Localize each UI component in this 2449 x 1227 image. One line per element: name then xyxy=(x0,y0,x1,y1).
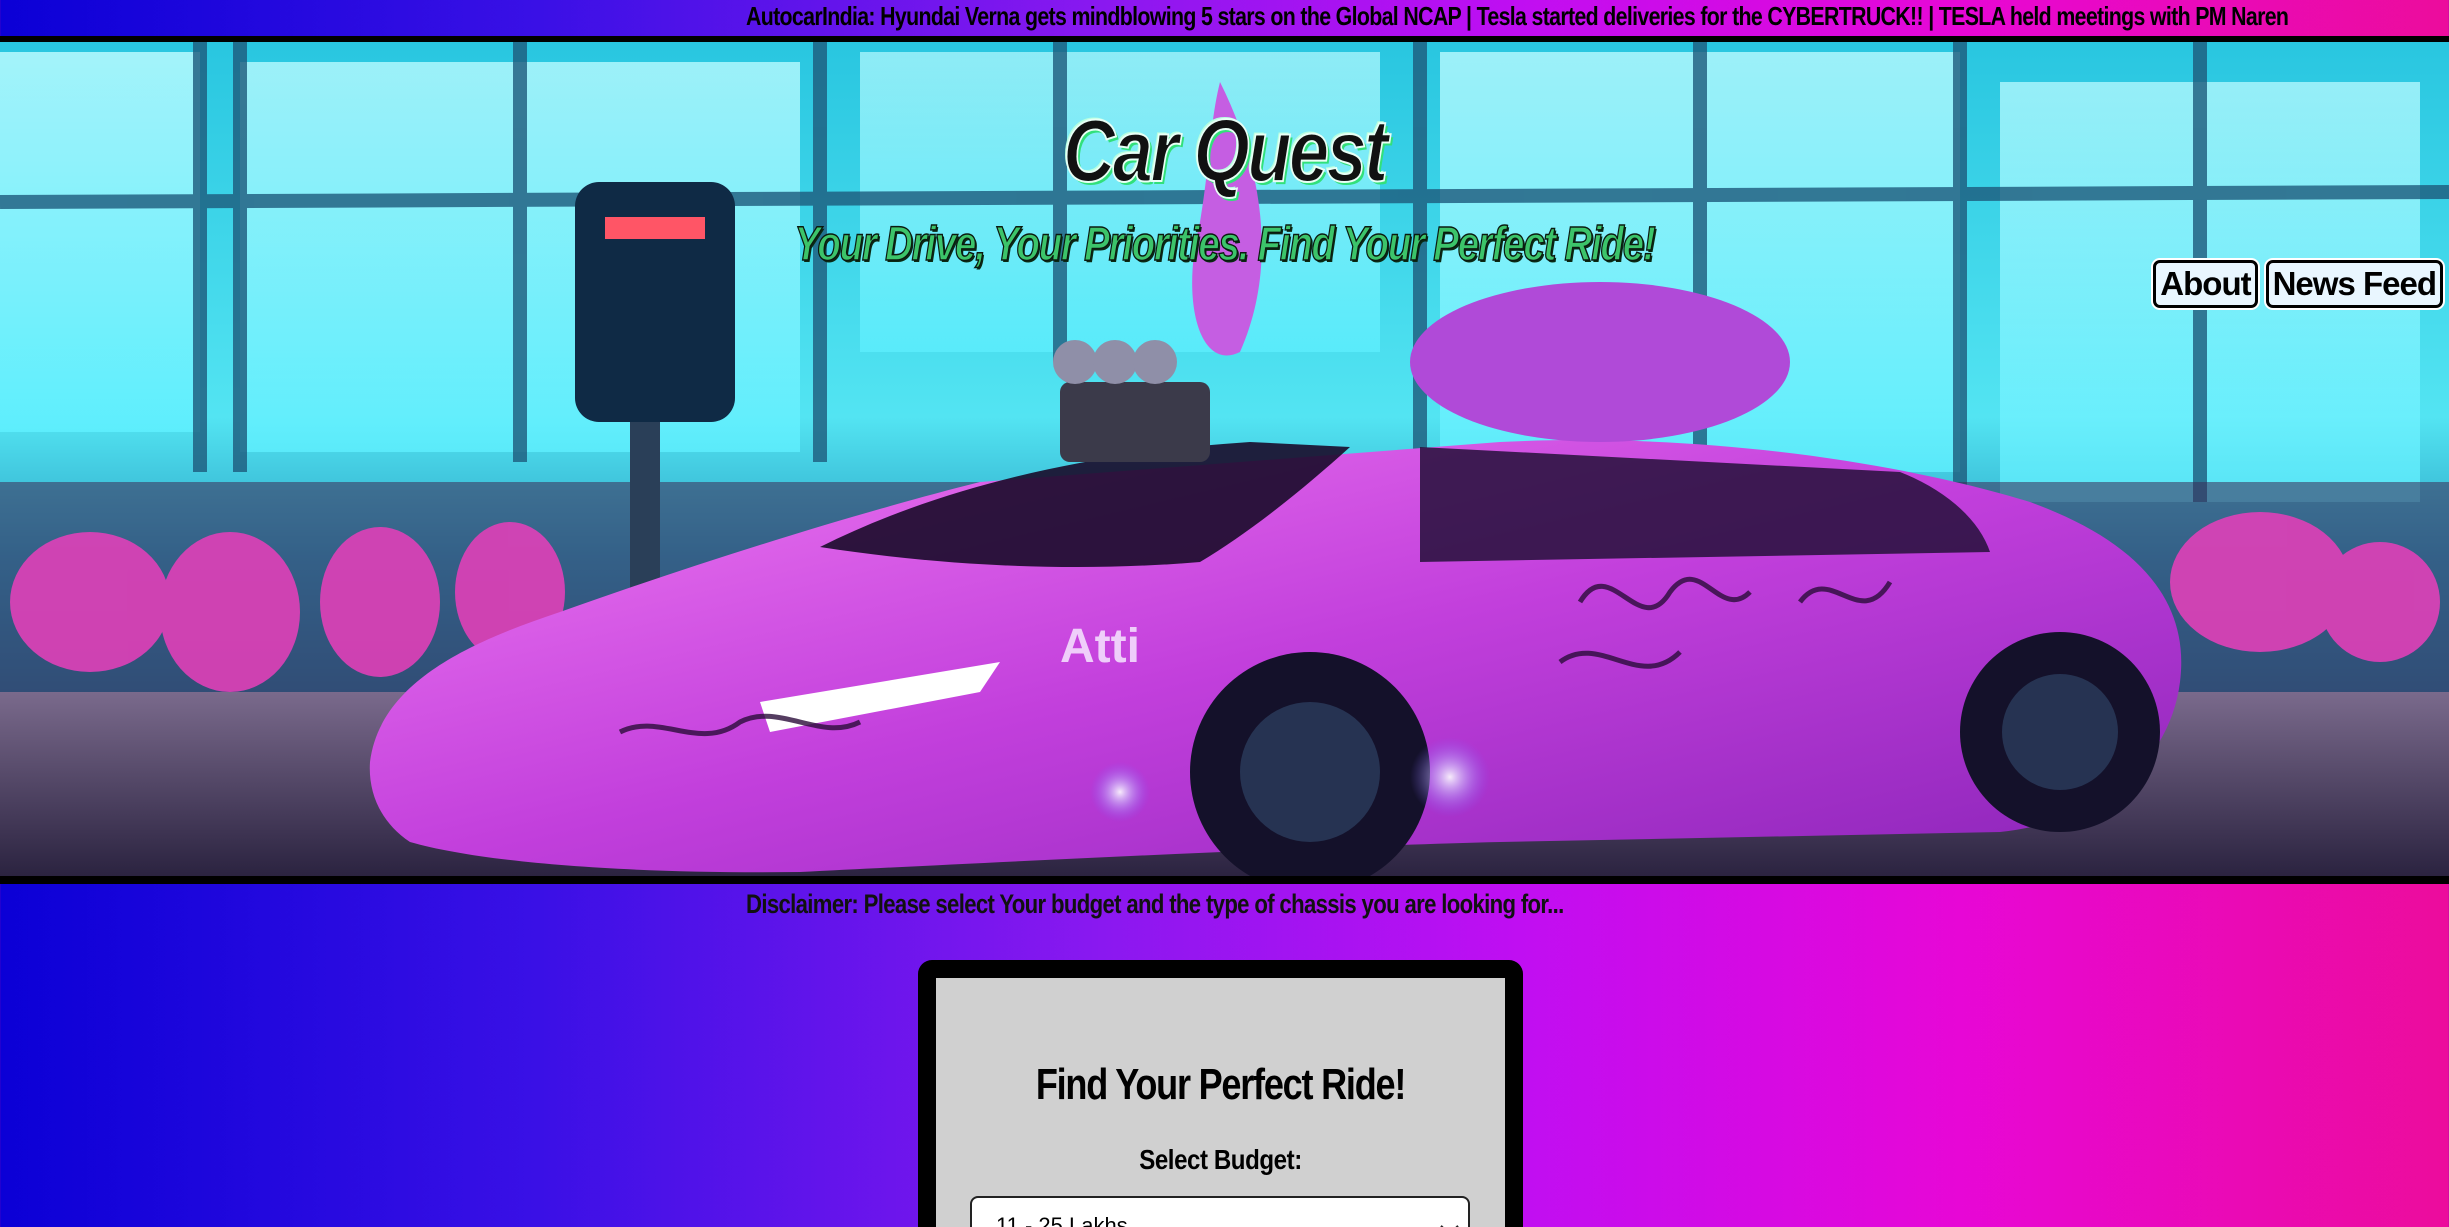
site-tagline: Your Drive, Your Priorities. Find Your P… xyxy=(794,217,1657,272)
nav-news-feed-button[interactable]: News Feed xyxy=(2265,260,2443,308)
budget-select[interactable]: 11 - 25 Lakhs xyxy=(970,1196,1470,1227)
search-card: Find Your Perfect Ride! Select Budget: 1… xyxy=(918,960,1523,1227)
site-title: Car Quest xyxy=(1062,100,1389,201)
hero-banner: Atti Car Quest Your Drive, Your Prioriti… xyxy=(0,36,2449,884)
budget-select-value: 11 - 25 Lakhs xyxy=(996,1213,1128,1227)
nav-about-button[interactable]: About xyxy=(2153,260,2258,308)
budget-label: Select Budget: xyxy=(1139,1144,1302,1175)
svg-text:Atti: Atti xyxy=(1060,620,1140,673)
disclaimer-text: Disclaimer: Please select Your budget an… xyxy=(746,889,1564,919)
chevron-down-icon xyxy=(1440,1217,1459,1227)
top-nav: About News Feed xyxy=(2153,260,2443,308)
form-title: Find Your Perfect Ride! xyxy=(1035,1060,1407,1109)
news-ticker: AutocarIndia: Hyundai Verna gets mindblo… xyxy=(0,0,2449,36)
ticker-text: AutocarIndia: Hyundai Verna gets mindblo… xyxy=(746,1,2289,31)
